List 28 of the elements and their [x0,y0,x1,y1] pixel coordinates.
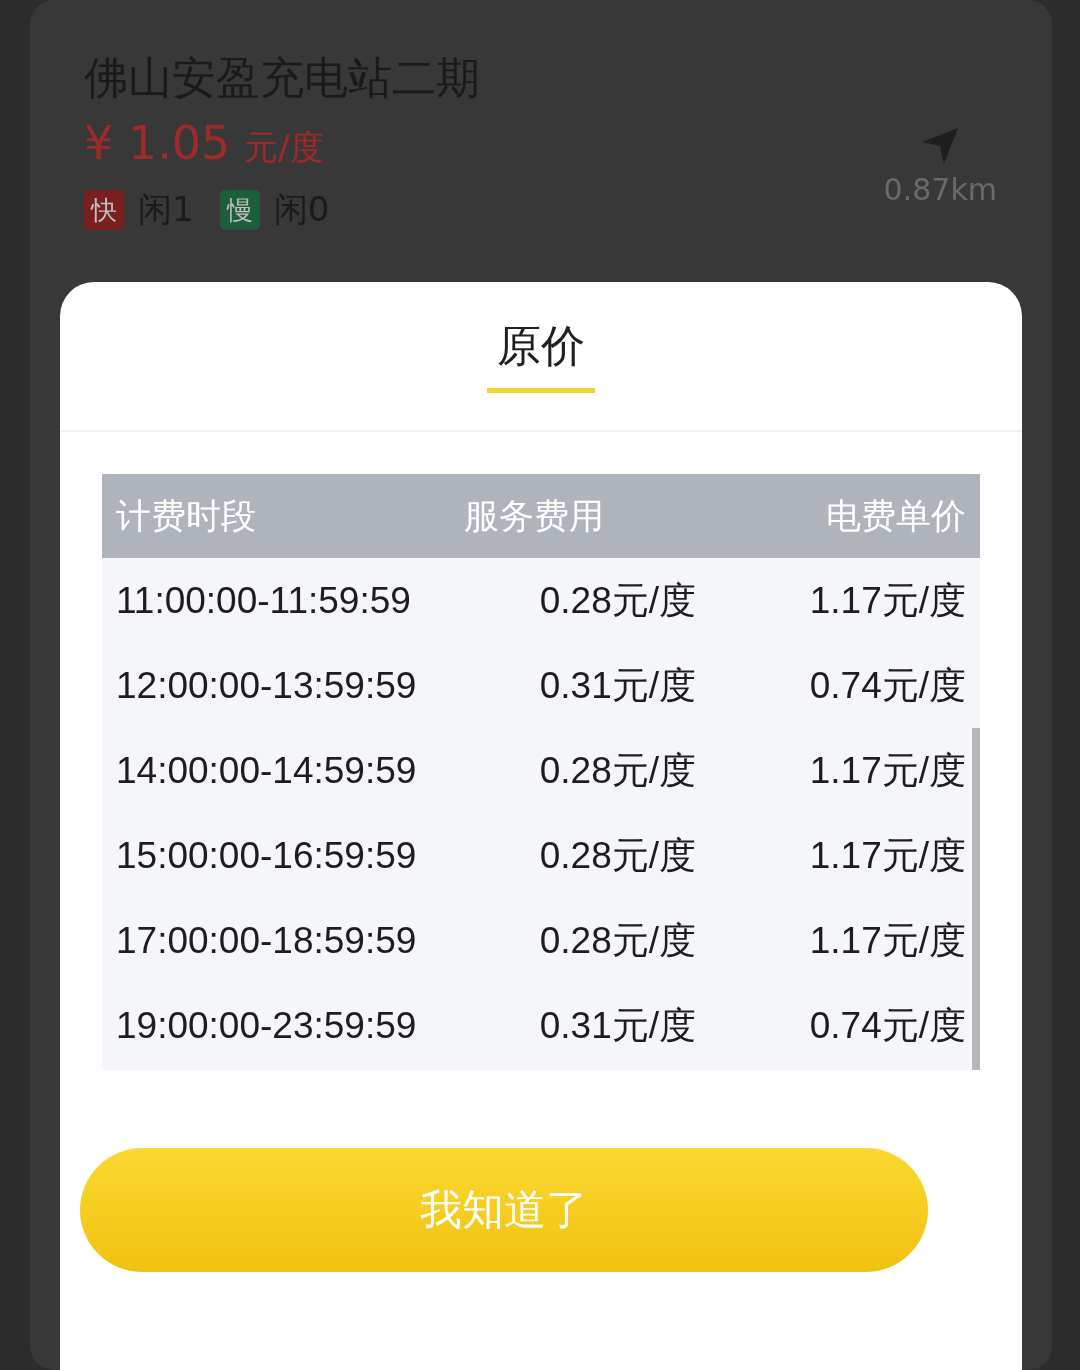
table-cell-text: 12:00:00-13:59:59 [116,664,418,707]
station-price: ¥ 1.05 [84,116,231,170]
charger-type-badge: 慢 [219,190,260,230]
column-header: 服务费用 [463,494,605,538]
scrollbar[interactable] [972,728,980,1070]
table-cell-text: 15:00:00-16:59:59 [116,834,418,877]
charger-type-badge: 快 [84,190,124,230]
table-cell-text: 0.28元/度 [538,918,696,963]
table-cell-text: 0.28元/度 [538,833,696,878]
table-cell-text: 0.31元/度 [538,663,696,708]
price-tab[interactable]: 原价 [487,318,595,393]
table-cell-text: 0.31元/度 [538,1003,696,1048]
table-cell-text: 0.28元/度 [538,578,696,623]
table-cell-text: 17:00:00-18:59:59 [116,919,418,962]
table-cell-text: 0.74元/度 [808,1003,966,1048]
table-cell-text: 1.17元/度 [808,918,966,963]
table-cell-text: 1.17元/度 [808,833,966,878]
table-cell-text: 19:00:00-23:59:59 [116,1004,418,1047]
column-header: 计费时段 [116,494,257,538]
column-header: 电费单价 [825,494,966,538]
table-cell-text: 11:00:00-11:59:59 [116,579,412,622]
table-cell-text: 14:00:00-14:59:59 [116,749,418,792]
navigation-arrow-icon[interactable] [920,126,961,166]
table-cell-text: 1.17元/度 [808,578,966,623]
table-cell-text: 1.17元/度 [808,748,966,793]
table-cell-text: 0.74元/度 [808,663,966,708]
table-cell-text: 0.28元/度 [538,748,696,793]
price-unit: 元/度 [244,126,324,169]
